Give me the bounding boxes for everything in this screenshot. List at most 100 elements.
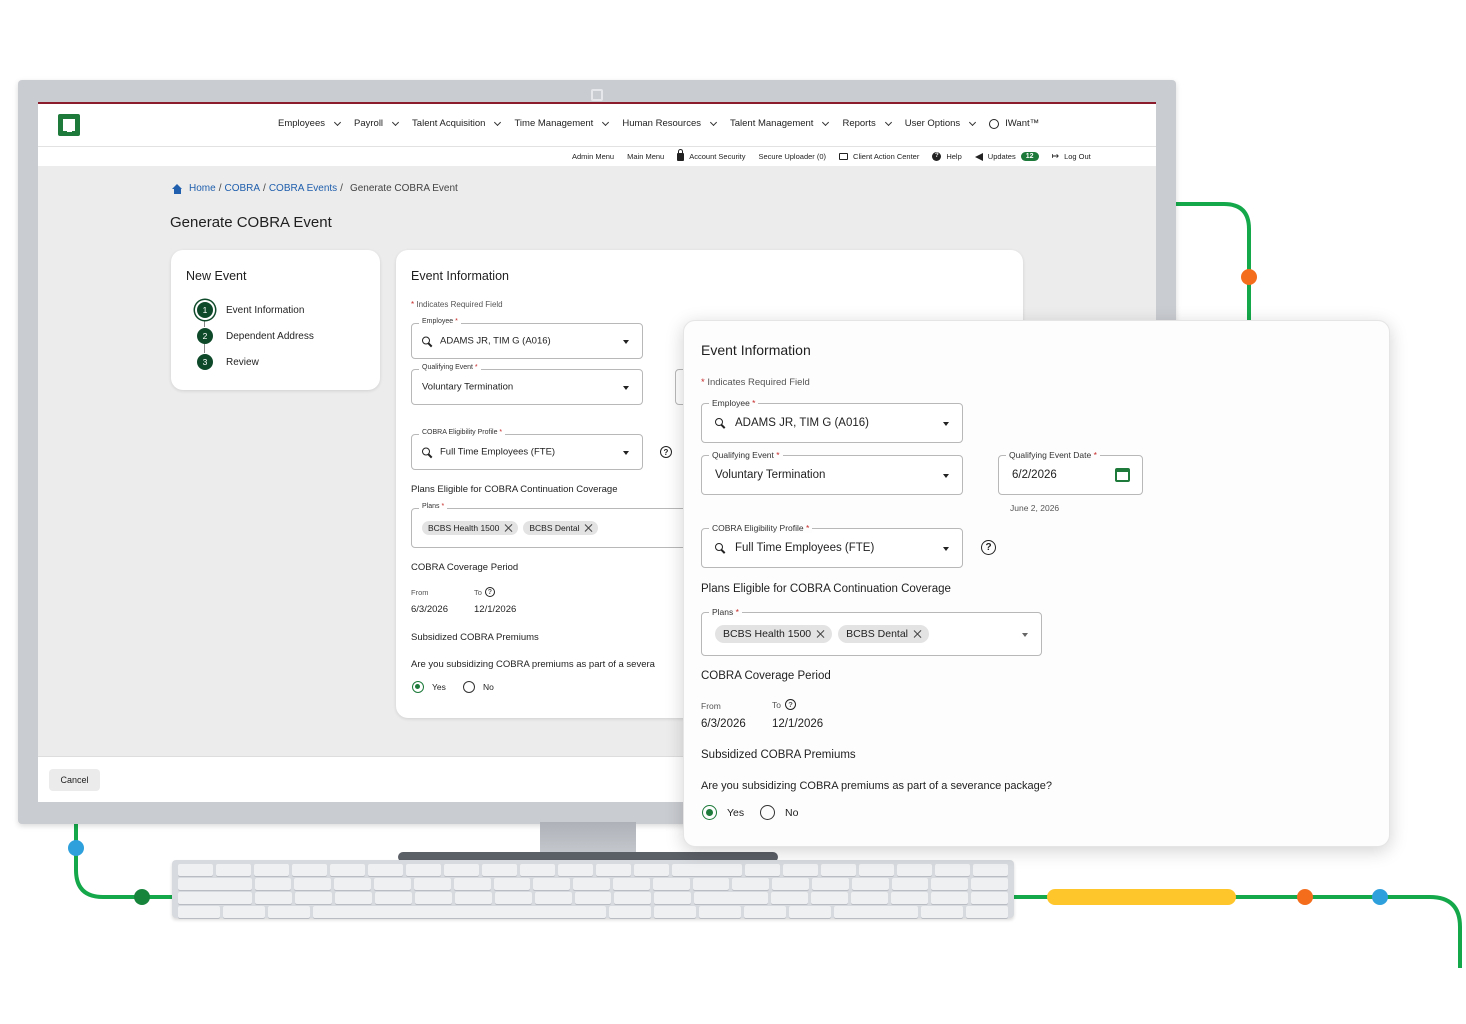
cancel-button[interactable]: Cancel <box>49 769 100 791</box>
coverage-to-label: To? <box>474 587 495 597</box>
main-menu-link[interactable]: Main Menu <box>627 152 664 161</box>
nav-employees[interactable]: Employees <box>278 118 342 129</box>
subsidized-section-title: Subsidized COBRA Premiums <box>701 749 856 761</box>
chevron-down-icon <box>822 118 830 126</box>
employee-select[interactable]: Employee * ADAMS JR, TIM G (A016) <box>411 318 643 359</box>
coverage-section-title: COBRA Coverage Period <box>701 670 831 682</box>
new-event-steps-card: New Event 1 Event Information 2 Dependen… <box>171 250 380 390</box>
breadcrumb-cobra[interactable]: COBRA <box>224 183 260 194</box>
plans-section-title: Plans Eligible for COBRA Continuation Co… <box>701 583 951 595</box>
caret-down-icon <box>623 386 629 390</box>
step-connector <box>204 317 205 327</box>
nav-human-resources[interactable]: Human Resources <box>622 118 718 129</box>
divider <box>38 146 1156 147</box>
plan-chip[interactable]: BCBS Dental <box>523 521 599 535</box>
search-icon <box>422 447 432 457</box>
breadcrumb-current: Generate COBRA Event <box>349 183 458 194</box>
updates-count-badge: 12 <box>1020 152 1039 161</box>
event-information-zoom-panel: Event Information * Indicates Required F… <box>683 320 1390 847</box>
nav-iwant[interactable]: IWant™ <box>989 118 1039 129</box>
chevron-down-icon <box>392 118 400 126</box>
monitor-camera <box>591 89 603 101</box>
coverage-from-label: From <box>701 701 721 711</box>
coverage-to-value: 12/1/2026 <box>772 718 824 730</box>
breadcrumb-cobra-events[interactable]: COBRA Events <box>269 183 337 194</box>
subsidized-question: Are you subsidizing COBRA premiums as pa… <box>701 780 1052 792</box>
home-icon <box>172 183 183 194</box>
utility-navigation: Admin Menu Main Menu Account Security Se… <box>572 148 1091 162</box>
caret-down-icon <box>623 340 629 344</box>
date-helper-text: June 2, 2026 <box>1010 503 1060 513</box>
admin-menu-link[interactable]: Admin Menu <box>572 152 614 161</box>
close-icon[interactable] <box>504 524 512 532</box>
close-icon[interactable] <box>816 630 824 638</box>
log-out-link[interactable]: ↦ Log Out <box>1052 151 1091 162</box>
nav-reports[interactable]: Reports <box>842 118 892 129</box>
nav-user-options[interactable]: User Options <box>905 118 977 129</box>
search-icon <box>422 336 432 346</box>
subsidized-question: Are you subsidizing COBRA premiums as pa… <box>411 659 655 670</box>
help-circle-icon[interactable]: ? <box>484 587 495 597</box>
page-title: Generate COBRA Event <box>170 214 332 231</box>
breadcrumb-home[interactable]: Home <box>189 183 216 194</box>
employee-select[interactable]: Employee * ADAMS JR, TIM G (A016) <box>701 398 963 443</box>
caret-down-icon <box>943 422 949 426</box>
radio-no[interactable]: No <box>463 681 494 693</box>
nav-talent-acquisition[interactable]: Talent Acquisition <box>412 118 502 129</box>
client-action-center-link[interactable]: Client Action Center <box>839 152 919 161</box>
caret-down-icon <box>943 547 949 551</box>
qualifying-event-select[interactable]: Qualifying Event * Voluntary Termination <box>701 450 963 495</box>
step-dependent-address[interactable]: 2 Dependent Address <box>197 328 314 344</box>
plans-multiselect[interactable]: Plans * BCBS Health 1500 BCBS Dental <box>701 607 1042 656</box>
close-icon[interactable] <box>913 630 921 638</box>
top-navigation-bar: Employees Payroll Talent Acquisition Tim… <box>38 102 1156 166</box>
chevron-down-icon <box>969 118 977 126</box>
plan-chip[interactable]: BCBS Dental <box>838 625 930 643</box>
search-icon <box>715 543 725 553</box>
nav-payroll[interactable]: Payroll <box>354 118 400 129</box>
nav-time-management[interactable]: Time Management <box>514 118 610 129</box>
search-icon <box>715 418 725 428</box>
help-circle-icon[interactable]: ? <box>660 446 672 458</box>
secure-uploader-link[interactable]: Secure Uploader (0) <box>759 152 827 161</box>
nav-talent-management[interactable]: Talent Management <box>730 118 830 129</box>
plan-chip[interactable]: BCBS Health 1500 <box>715 625 833 643</box>
megaphone-icon <box>974 152 983 161</box>
account-security-link[interactable]: Account Security <box>677 148 746 161</box>
close-icon[interactable] <box>584 524 592 532</box>
chevron-down-icon <box>709 118 718 126</box>
keyboard <box>172 860 1014 918</box>
radio-yes[interactable]: Yes <box>702 805 744 820</box>
calendar-icon[interactable] <box>1115 468 1130 482</box>
help-circle-icon[interactable]: ? <box>981 540 996 555</box>
eligibility-profile-select[interactable]: COBRA Eligibility Profile * Full Time Em… <box>411 429 643 470</box>
breadcrumb: Home / COBRA / COBRA Events / Generate C… <box>172 183 458 194</box>
chevron-down-icon <box>494 118 502 126</box>
help-circle-icon[interactable]: ? <box>784 699 796 710</box>
plan-chip[interactable]: BCBS Health 1500 <box>422 521 519 535</box>
qualifying-event-select[interactable]: Qualifying Event * Voluntary Termination <box>411 364 643 405</box>
form-title: Event Information <box>411 269 509 283</box>
plans-multiselect[interactable]: Plans * BCBS Health 1500 BCBS Dental <box>411 503 711 548</box>
company-logo[interactable] <box>58 114 80 136</box>
caret-down-icon <box>943 474 949 478</box>
updates-link[interactable]: Updates 12 <box>974 152 1039 161</box>
eligibility-profile-select[interactable]: COBRA Eligibility Profile * Full Time Em… <box>701 523 963 568</box>
logout-icon: ↦ <box>1051 151 1060 161</box>
help-icon: ? <box>932 152 942 161</box>
chevron-down-icon <box>884 118 892 126</box>
subsidized-section-title: Subsidized COBRA Premiums <box>411 632 539 643</box>
lock-icon <box>677 148 685 161</box>
chevron-down-icon <box>333 118 342 126</box>
required-note: * Indicates Required Field <box>411 300 503 309</box>
coverage-to-label: To? <box>772 699 796 710</box>
step-review[interactable]: 3 Review <box>197 354 259 370</box>
target-icon <box>989 118 1000 129</box>
step-connector <box>204 343 205 353</box>
step-event-information[interactable]: 1 Event Information <box>197 302 304 318</box>
qualifying-event-date-field[interactable]: Qualifying Event Date * 6/2/2026 <box>998 450 1143 495</box>
caret-down-icon <box>1022 633 1028 637</box>
radio-no[interactable]: No <box>760 805 798 820</box>
help-link[interactable]: ? Help <box>932 152 962 161</box>
radio-yes[interactable]: Yes <box>412 681 446 693</box>
